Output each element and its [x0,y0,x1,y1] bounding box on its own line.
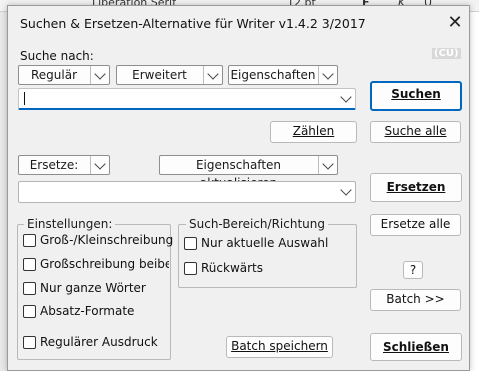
window-title: Suchen & Ersetzen-Alternative für Writer… [20,16,366,31]
replace-mode-label: Ersetze: [29,158,79,172]
backwards-checkbox[interactable] [184,262,197,275]
keep-case-label: Großschreibung beibeha [40,257,169,271]
paragraph-styles-checkbox[interactable] [23,305,36,318]
chevron-down-icon [203,66,222,84]
search-mode-regular-combo[interactable]: Regulär [18,65,110,85]
search-mode-extended-combo[interactable]: Erweitert [116,65,223,85]
keep-case-checkbox[interactable] [23,258,36,271]
whole-words-label: Nur ganze Wörter [40,281,146,295]
current-selection-label: Nur aktuelle Auswahl [201,236,329,250]
close-icon[interactable]: ✕ [444,12,466,34]
replace-mode-combo[interactable]: Ersetze: [18,155,110,175]
case-sensitive-label: Groß-/Kleinschreibung [40,233,174,247]
help-button[interactable]: ? [403,261,423,279]
search-properties-label: Eigenschaften [230,68,316,82]
search-button[interactable]: Suchen [370,81,462,111]
chevron-down-icon [90,156,109,174]
search-label: Suche nach: [20,49,94,63]
scope-legend: Such-Bereich/Richtung [186,217,328,231]
chevron-down-icon [318,66,337,84]
replace-all-button[interactable]: Ersetze alle [370,214,461,236]
replace-input[interactable] [18,181,356,203]
scope-group [178,224,357,288]
chevron-down-icon [318,156,337,174]
search-properties-combo[interactable]: Eigenschaften [228,65,338,85]
chevron-down-icon [90,66,109,84]
regex-checkbox[interactable] [23,336,36,349]
count-button[interactable]: Zählen [270,121,357,143]
search-mode-extended-label: Erweitert [132,68,187,82]
chevron-down-icon[interactable] [337,182,355,202]
whole-words-checkbox[interactable] [23,282,36,295]
background-mark: (CU) [432,48,461,59]
search-all-button[interactable]: Suche alle [370,121,461,143]
replace-button[interactable]: Ersetzen [370,173,462,202]
close-button[interactable]: Schließen [370,333,462,361]
current-selection-checkbox[interactable] [184,237,197,250]
search-input[interactable] [18,88,356,110]
batch-save-button[interactable]: Batch speichern [226,336,333,358]
update-properties-label: Eigenschaften aktualisieren [195,158,282,190]
case-sensitive-checkbox[interactable] [23,234,36,247]
paragraph-styles-label: Absatz-Formate [40,304,135,318]
search-mode-regular-label: Regulär [30,68,78,82]
chevron-down-icon[interactable] [337,89,355,109]
backwards-label: Rückwärts [201,261,264,275]
settings-legend: Einstellungen: [24,217,116,231]
regex-label: Regulärer Ausdruck [40,335,158,349]
batch-button[interactable]: Batch >> [370,289,461,311]
update-properties-combo[interactable]: Eigenschaften aktualisieren [159,155,338,190]
